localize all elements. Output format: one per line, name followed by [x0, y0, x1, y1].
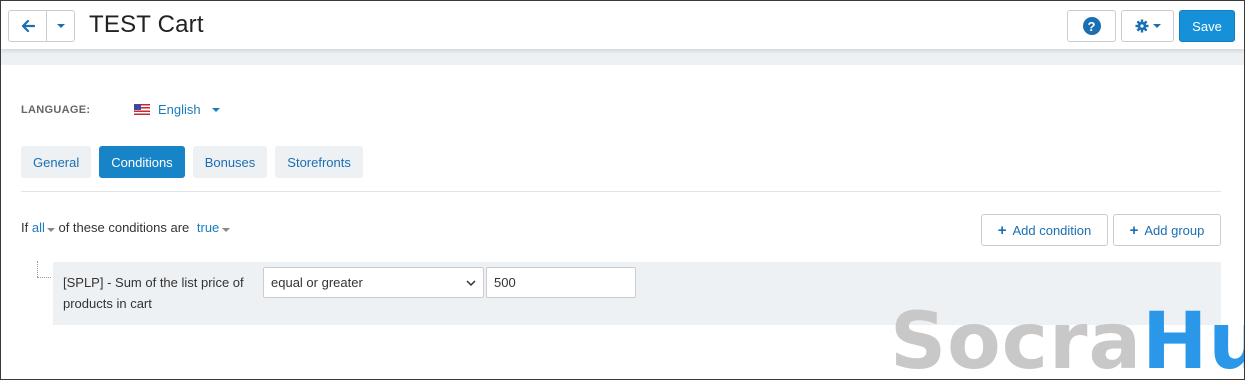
condition-middle-text: of these conditions are	[54, 220, 193, 235]
tab-conditions[interactable]: Conditions	[99, 146, 185, 178]
add-condition-button[interactable]: + Add condition	[981, 214, 1108, 246]
arrow-left-icon	[21, 19, 35, 33]
chevron-down-icon	[466, 280, 476, 287]
operator-value: equal or greater	[271, 275, 363, 290]
us-flag-icon	[134, 104, 150, 115]
header-band	[1, 49, 1244, 65]
tab-divider	[21, 191, 1221, 192]
match-mode-dropdown[interactable]: all	[32, 220, 55, 235]
tab-bonuses[interactable]: Bonuses	[192, 146, 268, 178]
tab-general[interactable]: General	[21, 146, 92, 178]
language-selector[interactable]: English	[134, 102, 220, 117]
add-group-button[interactable]: + Add group	[1113, 214, 1221, 246]
help-button[interactable]: ?	[1067, 10, 1116, 42]
caret-down-icon	[211, 107, 220, 112]
tree-connector	[37, 277, 51, 278]
tree-connector	[37, 261, 38, 277]
plus-icon: +	[1129, 221, 1139, 239]
caret-down-icon	[1152, 24, 1161, 28]
truth-value-dropdown[interactable]: true	[196, 220, 231, 235]
caret-down-icon	[56, 24, 65, 28]
caret-down-icon	[46, 228, 55, 232]
language-value: English	[158, 102, 201, 117]
plus-icon: +	[997, 221, 1007, 239]
truth-value: true	[196, 220, 220, 235]
top-toolbar: TEST Cart ? Save	[1, 1, 1244, 49]
settings-button[interactable]	[1121, 10, 1174, 42]
app-window: TEST Cart ? Save LANGUAGE: English Gener…	[0, 0, 1245, 380]
condition-logic-line: If all of these conditions are true	[21, 220, 231, 235]
condition-value-input[interactable]	[486, 267, 636, 298]
watermark-text-1: Socra	[890, 297, 1143, 380]
watermark-text-2: Hub	[1142, 297, 1244, 380]
back-button[interactable]	[9, 11, 47, 41]
watermark-logo: SocraHub	[890, 301, 1244, 379]
page-title: TEST Cart	[89, 11, 204, 38]
operator-select[interactable]: equal or greater	[263, 267, 484, 298]
condition-prefix: If	[21, 220, 32, 235]
add-condition-label: Add condition	[1012, 222, 1092, 238]
condition-description: [SPLP] - Sum of the list price of produc…	[63, 275, 244, 311]
tab-bar: General Conditions Bonuses Storefronts	[21, 146, 363, 178]
gear-icon	[1135, 19, 1148, 33]
language-label: LANGUAGE:	[21, 104, 91, 116]
back-button-group	[8, 10, 75, 42]
back-dropdown-button[interactable]	[47, 11, 74, 41]
help-icon: ?	[1082, 17, 1101, 35]
match-mode-value: all	[31, 220, 45, 235]
add-group-label: Add group	[1144, 222, 1205, 238]
tab-storefronts[interactable]: Storefronts	[275, 146, 363, 178]
caret-down-icon	[222, 228, 231, 232]
save-button[interactable]: Save	[1179, 10, 1235, 42]
